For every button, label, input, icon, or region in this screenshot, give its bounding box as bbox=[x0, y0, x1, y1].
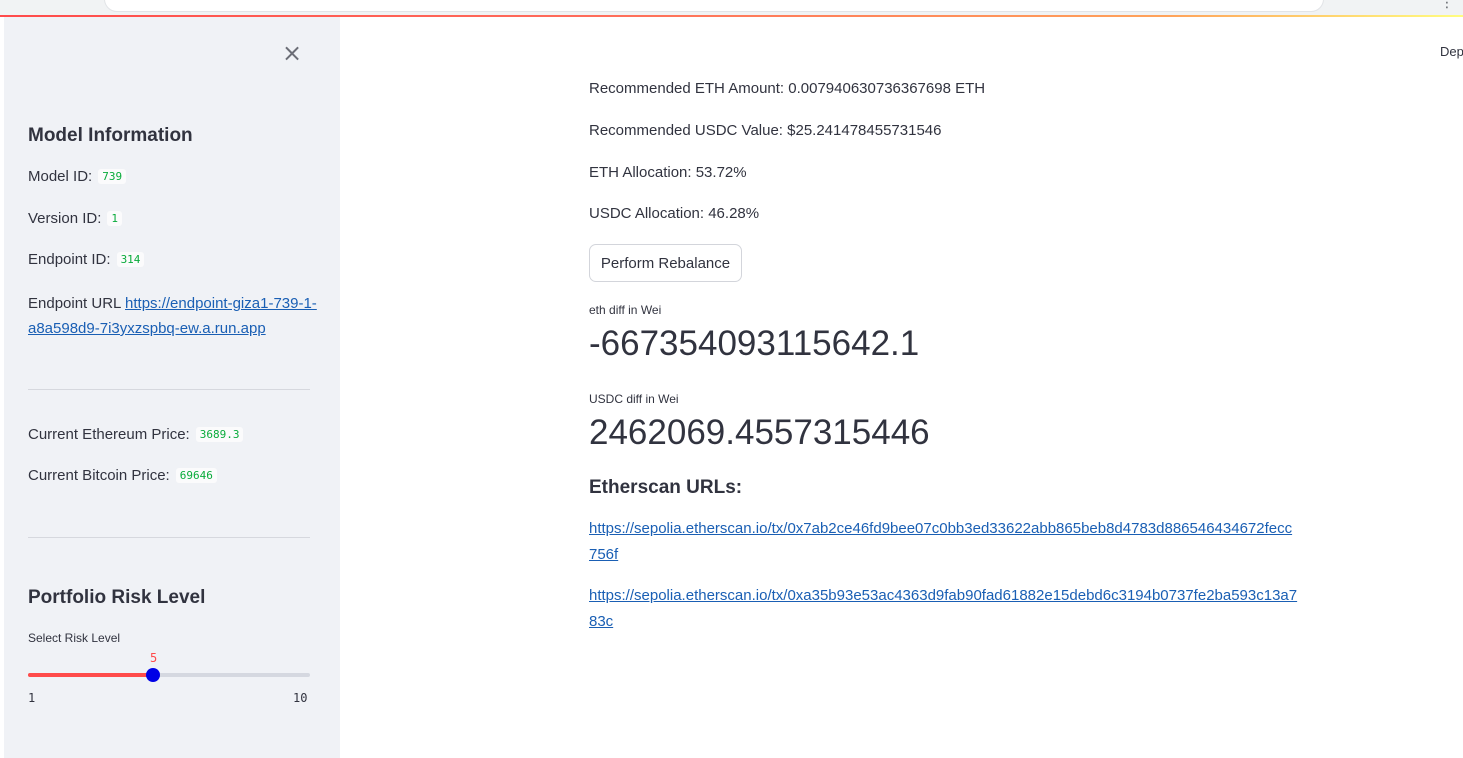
usdc-allocation: USDC Allocation: 46.28% bbox=[589, 205, 760, 222]
risk-heading: Portfolio Risk Level bbox=[28, 587, 206, 608]
usdc-diff-value: 2462069.4557315446 bbox=[589, 413, 930, 452]
risk-slider-min: 1 bbox=[28, 691, 36, 705]
btc-price-row: Current Bitcoin Price: 69646 bbox=[28, 467, 217, 484]
risk-slider-label: Select Risk Level bbox=[28, 631, 121, 645]
risk-slider-fill bbox=[28, 673, 154, 677]
etherscan-heading: Etherscan URLs: bbox=[589, 477, 743, 498]
sidebar: × Model Information Model ID: 739 Versio… bbox=[4, 17, 340, 758]
deploy-button[interactable]: Dep bbox=[1440, 44, 1463, 59]
eth-allocation: ETH Allocation: 53.72% bbox=[589, 164, 747, 181]
model-id-label: Model ID: bbox=[28, 168, 93, 185]
etherscan-tx-link[interactable]: https://sepolia.etherscan.io/tx/0x7ab2ce… bbox=[589, 520, 1292, 563]
recommended-eth-amount: Recommended ETH Amount: 0.00794063073636… bbox=[589, 80, 986, 97]
version-id-label: Version ID: bbox=[28, 210, 102, 227]
eth-price-row: Current Ethereum Price: 3689.3 bbox=[28, 426, 244, 443]
menu-icon[interactable]: ⋮ bbox=[1440, 0, 1454, 11]
perform-rebalance-button[interactable]: Perform Rebalance bbox=[589, 244, 742, 282]
model-id-row: Model ID: 739 bbox=[28, 168, 127, 185]
address-bar[interactable] bbox=[104, 0, 1324, 12]
endpoint-url-row: Endpoint URL https://endpoint-giza1-739-… bbox=[28, 291, 318, 341]
risk-slider-max: 10 bbox=[293, 691, 308, 705]
endpoint-id-row: Endpoint ID: 314 bbox=[28, 251, 145, 268]
divider bbox=[28, 537, 310, 538]
divider bbox=[28, 389, 310, 390]
risk-slider[interactable] bbox=[28, 668, 310, 682]
model-id-value: 739 bbox=[98, 169, 127, 184]
eth-price-label: Current Ethereum Price: bbox=[28, 426, 190, 443]
endpoint-id-value: 314 bbox=[116, 252, 145, 267]
recommended-usdc-value: Recommended USDC Value: $25.241478455731… bbox=[589, 122, 942, 139]
endpoint-url-label: Endpoint URL bbox=[28, 295, 121, 312]
tx-link-item: https://sepolia.etherscan.io/tx/0x7ab2ce… bbox=[589, 516, 1299, 568]
model-info-heading: Model Information bbox=[28, 125, 193, 146]
tx-link-item: https://sepolia.etherscan.io/tx/0xa35b93… bbox=[589, 583, 1299, 635]
version-id-row: Version ID: 1 bbox=[28, 210, 122, 227]
endpoint-id-label: Endpoint ID: bbox=[28, 251, 111, 268]
version-id-value: 1 bbox=[107, 211, 122, 226]
eth-diff-label: eth diff in Wei bbox=[589, 303, 662, 317]
eth-price-value: 3689.3 bbox=[195, 427, 244, 442]
risk-slider-value: 5 bbox=[150, 651, 158, 665]
risk-slider-thumb[interactable] bbox=[146, 668, 161, 682]
btc-price-value: 69646 bbox=[175, 468, 217, 483]
close-sidebar-icon[interactable]: × bbox=[282, 41, 302, 65]
etherscan-tx-link[interactable]: https://sepolia.etherscan.io/tx/0xa35b93… bbox=[589, 587, 1297, 630]
btc-price-label: Current Bitcoin Price: bbox=[28, 467, 170, 484]
eth-diff-value: -667354093115642.1 bbox=[589, 324, 920, 363]
usdc-diff-label: USDC diff in Wei bbox=[589, 392, 679, 406]
